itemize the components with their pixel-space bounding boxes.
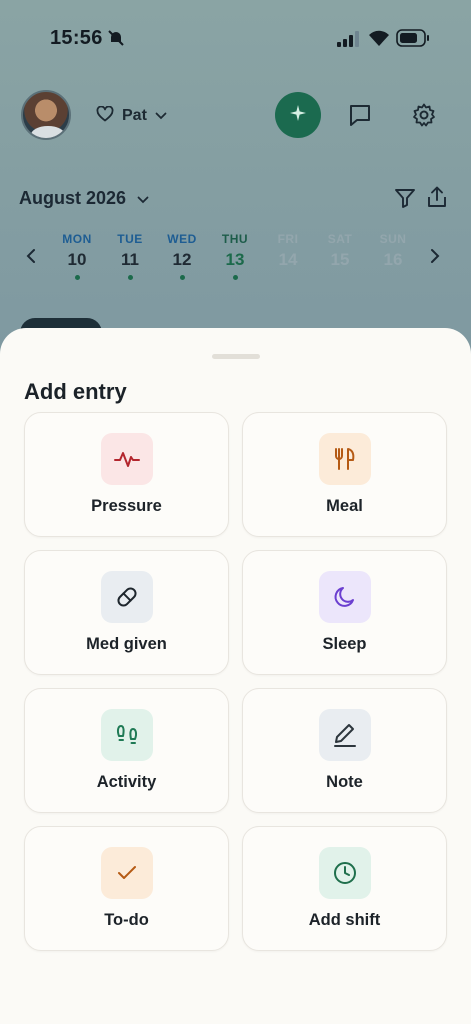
day-number: 14 (278, 250, 298, 269)
footprints-icon (101, 709, 153, 761)
day-number: 16 (383, 250, 403, 269)
day-number: 11 (121, 250, 139, 269)
ai-assistant-button[interactable] (275, 92, 321, 138)
profile-switcher[interactable]: Pat (82, 98, 168, 134)
clock-icon (319, 847, 371, 899)
day-tue[interactable]: TUE 11 (110, 232, 150, 280)
day-of-week: FRI (277, 232, 299, 246)
pencil-icon (319, 709, 371, 761)
add-entry-sheet: Add entry Pressure Meal Med given Sleep Acti… (0, 328, 471, 1024)
day-of-week: SAT (327, 232, 353, 246)
day-number: 12 (172, 250, 192, 269)
wifi-icon (368, 29, 390, 52)
entry-option-label: Activity (96, 773, 157, 791)
heart-icon (96, 105, 114, 127)
entry-option-activity[interactable]: Activity (24, 688, 229, 813)
entry-option-pressure[interactable]: Pressure (24, 412, 229, 537)
pill-icon (101, 571, 153, 623)
utensils-icon (319, 433, 371, 485)
avatar[interactable] (21, 90, 71, 140)
day-sun[interactable]: SUN 16 (373, 232, 413, 270)
sparkle-icon (288, 103, 308, 128)
entry-option-label: Sleep (322, 635, 367, 653)
chevron-down-icon[interactable] (137, 191, 149, 209)
signal-icon (337, 31, 361, 52)
sheet-handle[interactable] (212, 354, 260, 359)
chevron-left-icon[interactable] (26, 248, 36, 269)
month-row: August 2026 (19, 185, 452, 213)
entry-dot (127, 275, 133, 280)
day-sat[interactable]: SAT 15 (320, 232, 360, 270)
entry-option-sleep[interactable]: Sleep (242, 550, 447, 675)
status-time: 15:56 (50, 27, 103, 49)
entry-option-to-do[interactable]: To-do (24, 826, 229, 951)
entry-option-label: Meal (326, 497, 363, 515)
week-strip: MON 10 TUE 11 WED 12 THU 13 FRI 14 SAT 15 SUN 16 (0, 232, 471, 288)
entry-option-label: To-do (104, 911, 149, 929)
bell-slash-icon (107, 29, 125, 52)
entry-option-add-shift[interactable]: Add shift (242, 826, 447, 951)
entry-option-label: Med given (86, 635, 167, 653)
chevron-down-icon (155, 107, 167, 125)
entry-dot (232, 275, 238, 280)
check-icon (101, 847, 153, 899)
entry-option-note[interactable]: Note (242, 688, 447, 813)
filter-icon[interactable] (394, 187, 416, 214)
day-of-week: SUN (379, 232, 407, 246)
chat-icon[interactable] (347, 102, 373, 133)
day-fri[interactable]: FRI 14 (268, 232, 308, 270)
day-number: 10 (67, 250, 87, 269)
sheet-title: Add entry (24, 379, 127, 404)
day-number: 13 (225, 250, 245, 269)
share-icon[interactable] (426, 185, 448, 214)
profile-name: Pat (122, 107, 147, 124)
entry-option-meal[interactable]: Meal (242, 412, 447, 537)
day-thu[interactable]: THU 13 (215, 232, 255, 280)
chevron-right-icon[interactable] (430, 248, 440, 269)
day-wed[interactable]: WED 12 (162, 232, 202, 280)
battery-icon (396, 29, 430, 52)
entry-dot (179, 275, 185, 280)
day-of-week: WED (167, 232, 197, 246)
app-header: Pat (0, 90, 471, 142)
status-bar: 15:56 (0, 0, 471, 76)
entry-option-label: Add shift (308, 911, 381, 929)
entry-option-label: Pressure (91, 497, 162, 515)
day-mon[interactable]: MON 10 (57, 232, 97, 280)
pulse-icon (101, 433, 153, 485)
day-of-week: THU (221, 232, 249, 246)
gear-icon[interactable] (411, 102, 437, 133)
entry-option-label: Note (326, 773, 363, 791)
entry-option-med-given[interactable]: Med given (24, 550, 229, 675)
month-selector[interactable]: August 2026 (19, 188, 126, 209)
day-of-week: MON (62, 232, 92, 246)
day-of-week: TUE (117, 232, 143, 246)
day-number: 15 (330, 250, 350, 269)
entry-dot (74, 275, 80, 280)
moon-icon (319, 571, 371, 623)
